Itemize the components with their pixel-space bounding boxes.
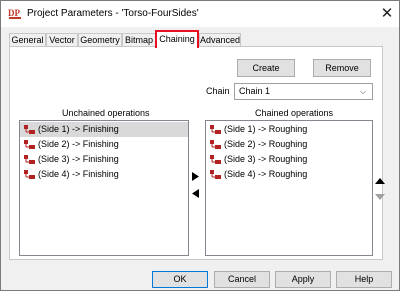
tab-bitmap[interactable]: Bitmap xyxy=(122,33,156,47)
list-item[interactable]: (Side 2) -> Finishing xyxy=(20,137,188,152)
move-down-button[interactable] xyxy=(375,192,385,202)
chaining-panel: Create Remove Chain Chain 1 ⌵ Unchained … xyxy=(9,46,383,260)
tab-strip: General Vector Geometry Bitmap Chaining … xyxy=(1,27,399,48)
move-left-button[interactable] xyxy=(192,189,199,200)
chained-header: Chained operations xyxy=(255,108,334,118)
ok-button[interactable]: OK xyxy=(152,271,208,288)
close-icon: ✕ xyxy=(380,5,394,22)
move-up-button[interactable] xyxy=(375,176,385,186)
list-item[interactable]: (Side 4) -> Finishing xyxy=(20,167,188,182)
create-button[interactable]: Create xyxy=(237,59,295,77)
chain-select[interactable]: Chain 1 ⌵ xyxy=(234,83,373,100)
list-item[interactable]: (Side 2) -> Roughing xyxy=(206,137,372,152)
operation-icon xyxy=(24,170,35,179)
tab-vector[interactable]: Vector xyxy=(46,33,78,47)
project-parameters-dialog: DP Project Parameters - 'Torso-FourSides… xyxy=(0,0,400,291)
chain-select-value: Chain 1 xyxy=(239,86,271,96)
operation-icon xyxy=(210,170,221,179)
chain-label: Chain xyxy=(206,86,230,96)
triangle-right-icon xyxy=(192,172,199,181)
operation-icon xyxy=(210,140,221,149)
list-item[interactable]: (Side 4) -> Roughing xyxy=(206,167,372,182)
remove-button[interactable]: Remove xyxy=(313,59,371,77)
chained-operations-list[interactable]: (Side 1) -> Roughing (Side 2) -> Roughin… xyxy=(205,120,373,256)
unchained-header: Unchained operations xyxy=(62,108,150,118)
tab-advanced[interactable]: Advanced xyxy=(199,33,241,47)
list-item[interactable]: (Side 1) -> Finishing xyxy=(20,122,188,137)
list-item[interactable]: (Side 1) -> Roughing xyxy=(206,122,372,137)
triangle-up-icon xyxy=(375,178,385,184)
chevron-down-icon: ⌵ xyxy=(359,87,367,96)
operation-icon xyxy=(24,140,35,149)
tab-chaining[interactable]: Chaining xyxy=(155,30,199,48)
triangle-left-icon xyxy=(192,189,199,198)
svg-text:DP: DP xyxy=(8,8,20,18)
title-bar: DP Project Parameters - 'Torso-FourSides… xyxy=(1,1,399,27)
close-button[interactable]: ✕ xyxy=(377,4,397,24)
triangle-down-icon xyxy=(375,194,385,200)
help-button[interactable]: Help xyxy=(336,271,392,288)
unchained-operations-list[interactable]: (Side 1) -> Finishing (Side 2) -> Finish… xyxy=(19,120,189,256)
operation-icon xyxy=(210,125,221,134)
operation-icon xyxy=(24,155,35,164)
move-right-button[interactable] xyxy=(192,172,199,183)
app-logo-icon: DP xyxy=(8,8,21,19)
list-item[interactable]: (Side 3) -> Roughing xyxy=(206,152,372,167)
tab-geometry[interactable]: Geometry xyxy=(78,33,122,47)
operation-icon xyxy=(24,125,35,134)
apply-button[interactable]: Apply xyxy=(275,271,331,288)
window-title: Project Parameters - 'Torso-FourSides' xyxy=(27,8,199,19)
cancel-button[interactable]: Cancel xyxy=(214,271,270,288)
tab-general[interactable]: General xyxy=(9,33,46,47)
list-item[interactable]: (Side 3) -> Finishing xyxy=(20,152,188,167)
operation-icon xyxy=(210,155,221,164)
